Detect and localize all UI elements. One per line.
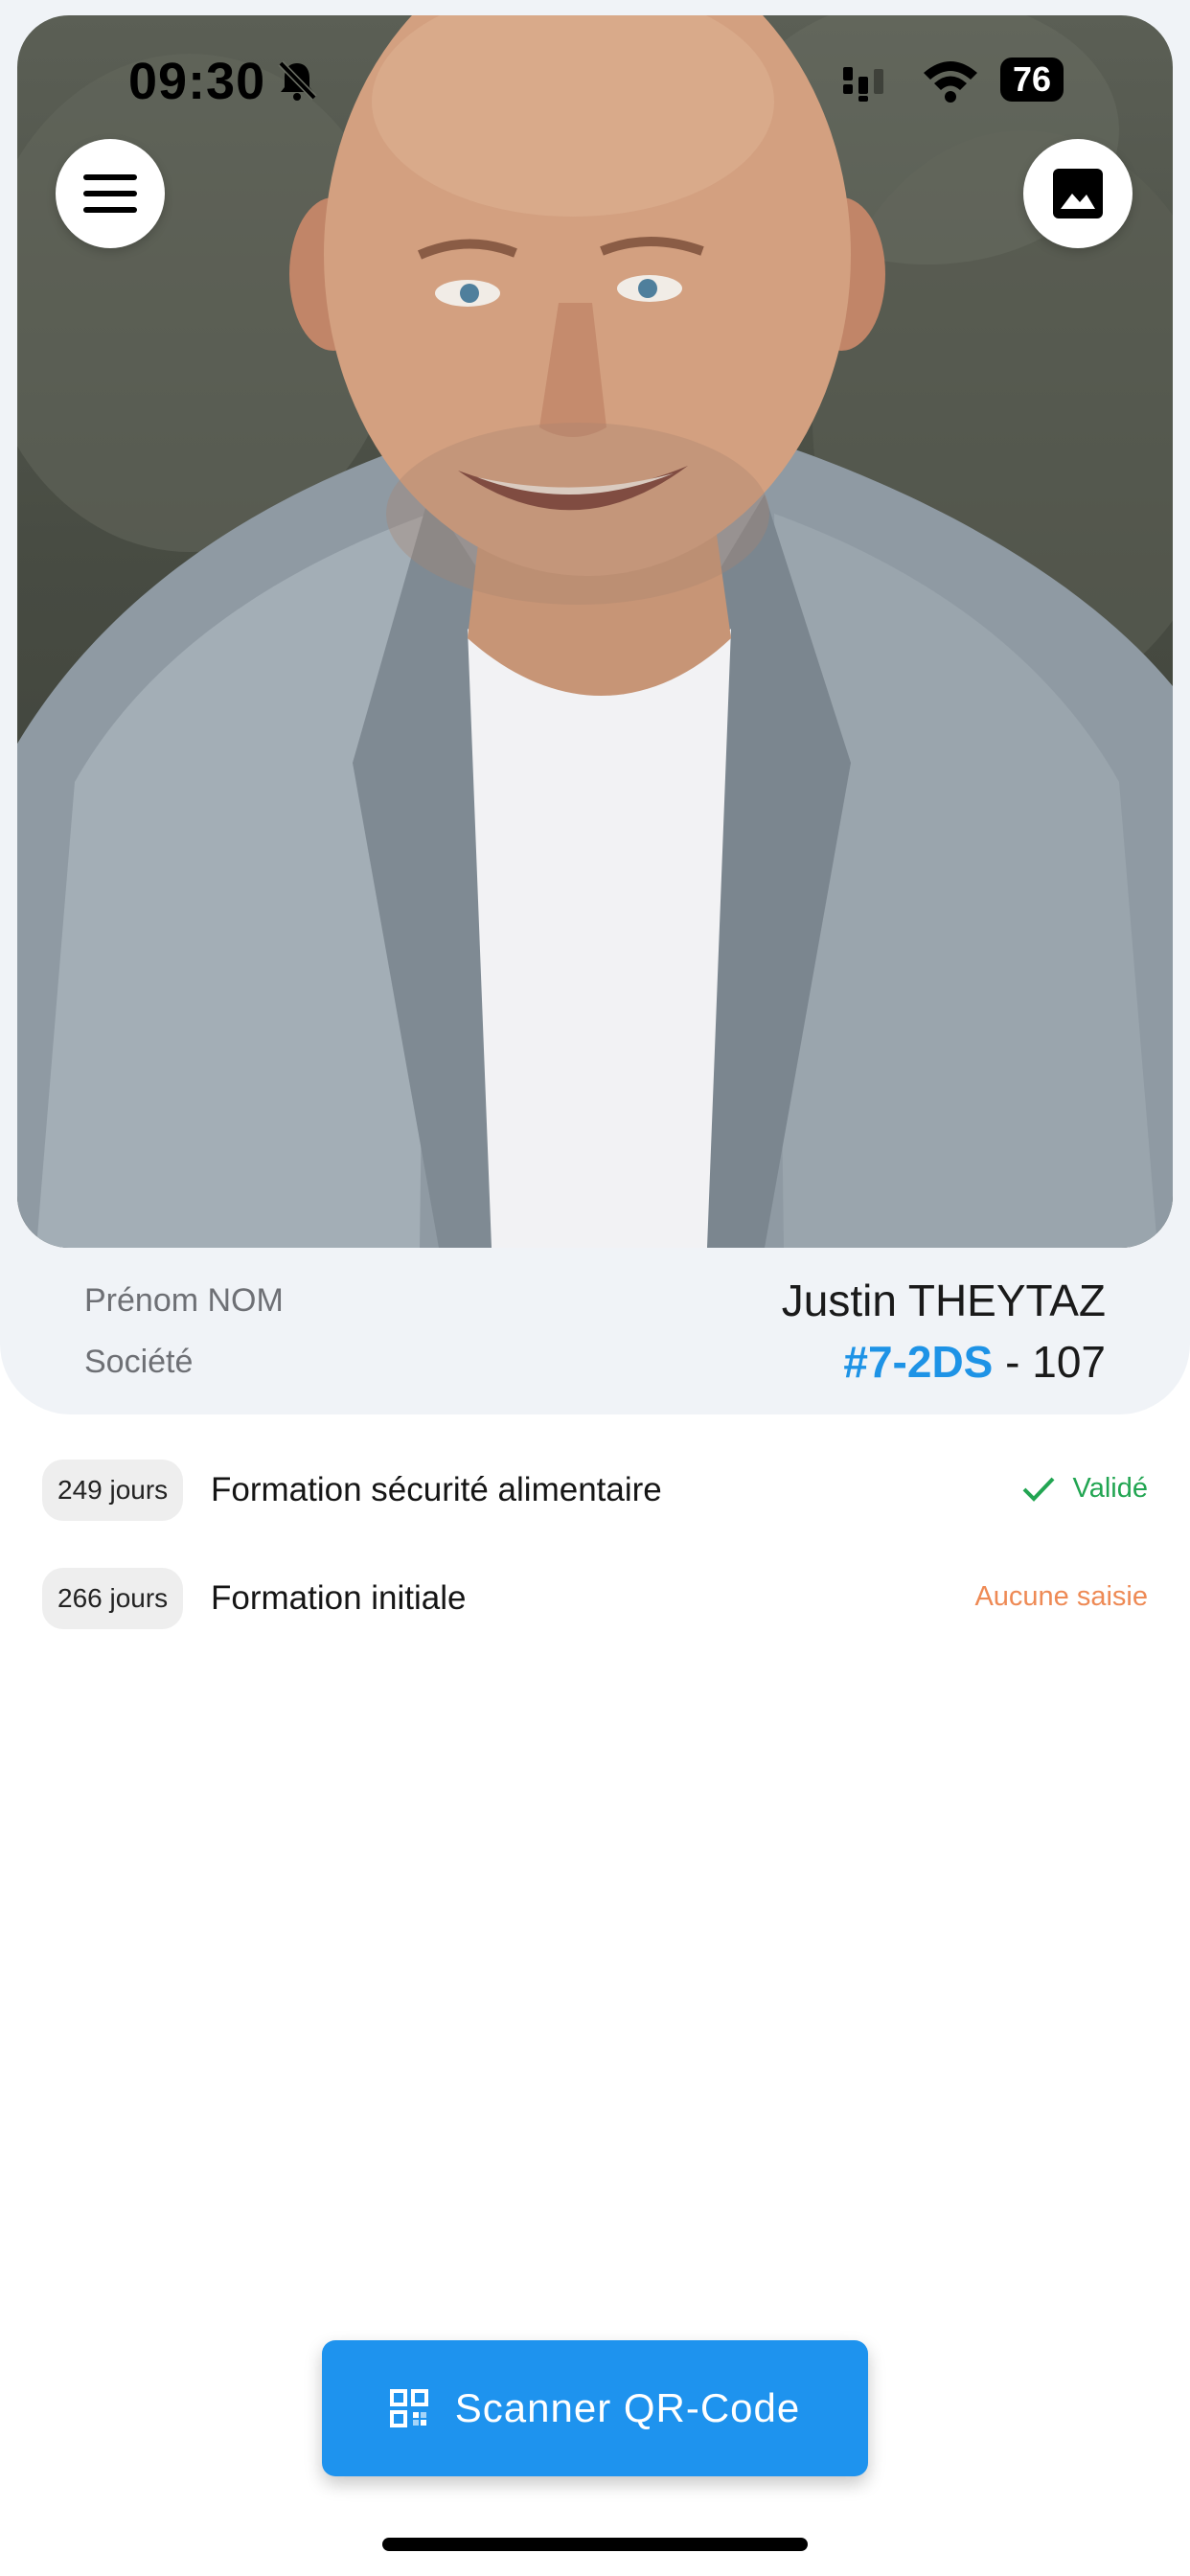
wifi-icon (924, 61, 977, 103)
bell-off-icon (278, 60, 317, 101)
change-photo-button[interactable] (1023, 139, 1133, 248)
training-row[interactable]: 249 jours Formation sécurité alimentaire… (0, 1452, 1190, 1529)
name-value: Justin THEYTAZ (781, 1276, 1106, 1325)
training-title: Formation initiale (211, 1579, 467, 1617)
image-icon (1053, 169, 1103, 218)
check-icon (1022, 1477, 1054, 1502)
training-row[interactable]: 266 jours Formation initiale Aucune sais… (0, 1560, 1190, 1637)
battery-icon: 76 (1000, 58, 1064, 102)
name-label: Prénom NOM (84, 1282, 284, 1319)
home-indicator[interactable] (382, 2538, 808, 2551)
hamburger-menu-icon (83, 174, 137, 213)
status-time: 09:30 (128, 53, 266, 110)
status-text: Validé (1072, 1473, 1148, 1504)
portrait-illustration (17, 15, 1173, 1248)
status-text: Aucune saisie (974, 1581, 1148, 1612)
company-separator: - (993, 1337, 1033, 1387)
menu-button[interactable] (56, 139, 165, 248)
scan-qr-button[interactable]: Scanner QR-Code (322, 2340, 868, 2476)
days-badge: 249 jours (42, 1460, 184, 1521)
company-code: #7-2DS (843, 1337, 994, 1387)
cellular-signal-icon (843, 67, 883, 102)
status-validated: Validé (1021, 1473, 1148, 1505)
qr-code-icon (389, 2389, 428, 2427)
days-badge: 266 jours (42, 1568, 184, 1629)
profile-card: 09:30 76 Prénom NOM Société Justin THEYT… (0, 0, 1190, 1414)
company-number: 107 (1032, 1337, 1106, 1387)
profile-photo (17, 15, 1173, 1248)
training-title: Formation sécurité alimentaire (211, 1471, 662, 1508)
scan-button-label: Scanner QR-Code (454, 2385, 801, 2430)
company-label: Société (84, 1344, 194, 1380)
company-value: #7-2DS - 107 (843, 1336, 1106, 1388)
